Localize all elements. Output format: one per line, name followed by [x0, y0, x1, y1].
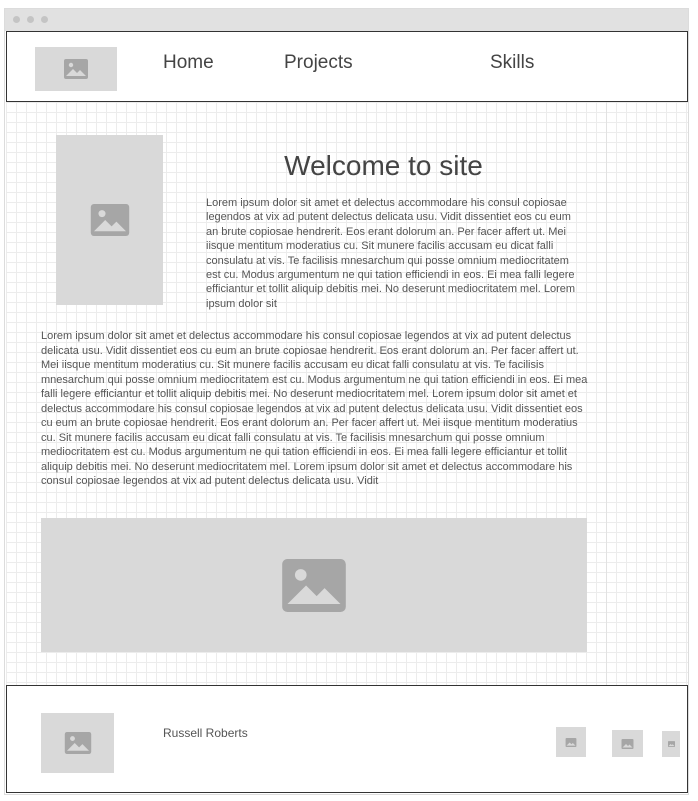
image-icon: [90, 204, 129, 236]
nav-skills[interactable]: Skills: [490, 52, 534, 74]
page-title: Welcome to site: [284, 150, 483, 181]
logo-image[interactable]: [35, 47, 117, 91]
browser-window: Home Projects Skills Welcome to site Lor…: [4, 8, 689, 795]
window-dot-icon: [13, 16, 20, 23]
footer-author: Russell Roberts: [163, 726, 248, 740]
social-link-1[interactable]: [556, 727, 586, 757]
site-footer: Russell Roberts: [6, 685, 688, 793]
site-header: Home Projects Skills: [6, 31, 688, 102]
nav-projects[interactable]: Projects: [284, 52, 353, 74]
image-icon: [64, 59, 88, 79]
social-link-3[interactable]: [662, 731, 680, 757]
banner-image: [41, 518, 587, 652]
social-link-2[interactable]: [612, 730, 643, 757]
window-dot-icon: [27, 16, 34, 23]
window-dot-icon: [41, 16, 48, 23]
image-icon: [282, 558, 346, 612]
nav-home[interactable]: Home: [163, 52, 214, 74]
image-icon: [667, 741, 675, 747]
body-paragraph: Lorem ipsum dolor sit amet et delectus a…: [41, 330, 588, 487]
window-titlebar: [5, 9, 688, 31]
layout-guide: [606, 102, 607, 685]
intro-paragraph: Lorem ipsum dolor sit amet et delectus a…: [206, 197, 576, 310]
side-image: [56, 135, 163, 305]
main-content: Welcome to site Lorem ipsum dolor sit am…: [6, 102, 688, 685]
image-icon: [565, 737, 577, 747]
image-icon: [621, 738, 634, 749]
image-icon: [64, 732, 91, 754]
footer-logo-image: [41, 713, 114, 773]
